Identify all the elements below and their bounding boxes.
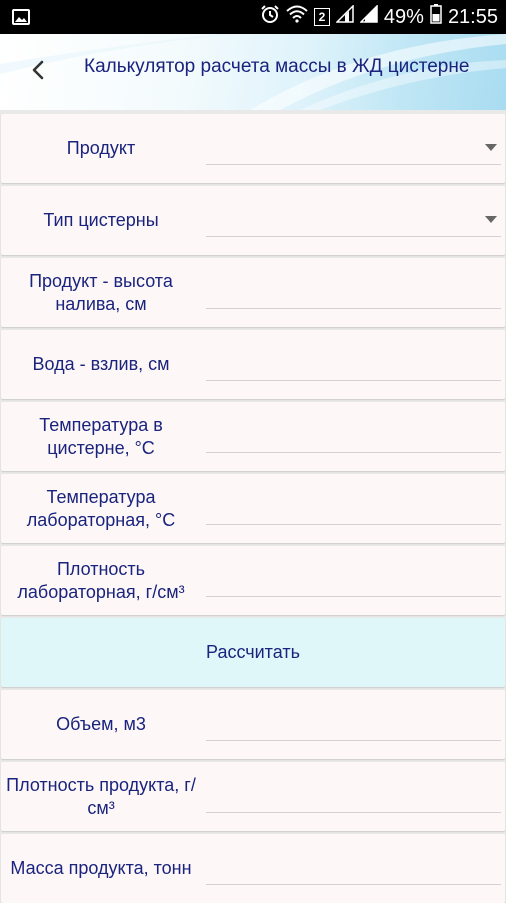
back-button[interactable] [20, 54, 56, 90]
lab-density-input-underline [206, 596, 501, 597]
signal-icon [335, 4, 354, 29]
lab-temp-label: Температура лабораторная, °С [26, 486, 176, 530]
lab-temp-row: Температура лабораторная, °С [1, 474, 505, 543]
sim-badge: 2 [313, 8, 330, 26]
tank-type-select-underline [206, 236, 501, 237]
chevron-down-icon[interactable] [485, 216, 497, 223]
clock: 21:55 [447, 5, 498, 28]
tank-temp-label: Температура в цистерне, °С [39, 414, 163, 458]
battery-percent: 49% [383, 5, 424, 28]
tank-type-label: Тип цистерны [43, 210, 159, 230]
calculate-button[interactable]: Рассчитать [1, 618, 505, 687]
alarm-icon [260, 4, 280, 30]
image-icon [12, 9, 30, 30]
sim-badge-text: 2 [318, 10, 326, 24]
product-row: Продукт [1, 114, 505, 183]
product-density-output-underline [206, 812, 501, 813]
product-density-label: Плотность продукта, г/см³ [6, 774, 196, 818]
volume-row: Объем, м3 [1, 690, 505, 759]
chevron-down-icon[interactable] [485, 144, 497, 151]
product-height-input[interactable] [206, 268, 501, 308]
chevron-left-icon [31, 60, 45, 85]
water-level-input[interactable] [206, 340, 501, 380]
tank-temp-input-underline [206, 452, 501, 453]
status-bar: 2 49% 21:55 [0, 0, 506, 34]
lab-temp-input-underline [206, 524, 501, 525]
product-mass-output [206, 844, 501, 884]
lab-density-label: Плотность лабораторная, г/см³ [17, 558, 185, 602]
tank-type-row: Тип цистерны [1, 186, 505, 255]
tank-temp-input[interactable] [206, 412, 501, 452]
product-height-input-underline [206, 308, 501, 309]
tank-temp-row: Температура в цистерне, °С [1, 402, 505, 471]
battery-icon [430, 4, 442, 30]
page-title: Калькулятор расчета массы в ЖД цистерне [84, 56, 470, 77]
tank-type-select[interactable] [206, 196, 505, 236]
product-select[interactable] [206, 124, 505, 164]
product-label: Продукт [66, 138, 136, 158]
product-density-output [206, 772, 501, 812]
signal-icon [359, 4, 378, 29]
volume-output [206, 700, 501, 740]
calculator-form: Продукт Тип цистерны Продукт - высота на… [0, 112, 506, 903]
volume-label: Объем, м3 [56, 714, 146, 734]
water-level-label: Вода - взлив, см [32, 354, 170, 374]
wifi-icon [286, 5, 308, 29]
product-height-row: Продукт - высота налива, см [1, 258, 505, 327]
lab-density-row: Плотность лабораторная, г/см³ [1, 546, 505, 615]
water-level-row: Вода - взлив, см [1, 330, 505, 399]
product-select-underline [206, 164, 501, 165]
lab-temp-input[interactable] [206, 484, 501, 524]
product-mass-output-underline [206, 884, 501, 885]
volume-output-underline [206, 740, 501, 741]
product-mass-label: Масса продукта, тонн [10, 858, 192, 878]
water-level-input-underline [206, 380, 501, 381]
product-density-row: Плотность продукта, г/см³ [1, 762, 505, 831]
app-bar: Калькулятор расчета массы в ЖД цистерне [0, 34, 506, 110]
product-mass-row: Масса продукта, тонн [1, 834, 505, 903]
lab-density-input[interactable] [206, 556, 501, 596]
product-height-label: Продукт - высота налива, см [29, 270, 173, 314]
